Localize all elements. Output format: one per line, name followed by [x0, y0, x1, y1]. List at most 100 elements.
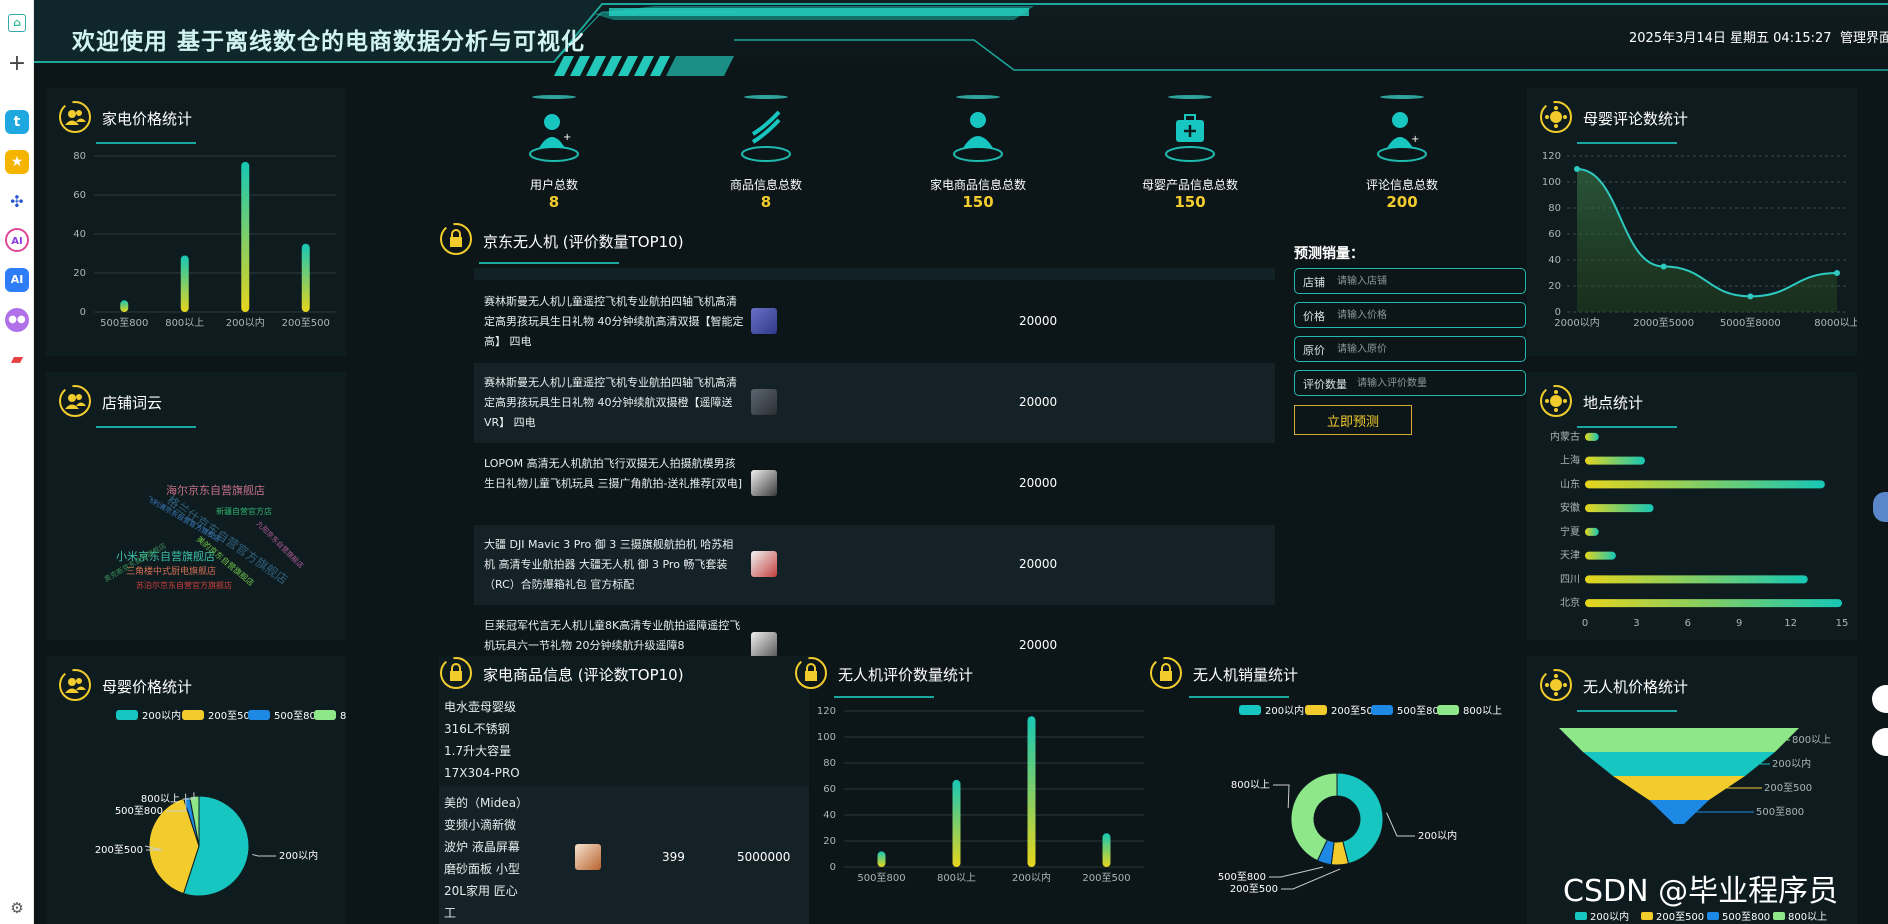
network-app-icon[interactable]: ✣: [5, 190, 29, 214]
manager-link[interactable]: 管理界面: [1840, 27, 1888, 46]
stat-value: 150: [962, 193, 994, 211]
slice-label: 200至500: [1230, 883, 1278, 895]
table-row[interactable]: 巨莱冠军代言无人机儿童8K高清专业航拍遥障遥控飞机玩具六一节礼物 20分钟续航升…: [474, 606, 1275, 656]
legend-swatch: [1371, 705, 1393, 715]
panel-title: 家电商品信息 (评论数TOP10): [483, 666, 684, 684]
stat-label: 母婴产品信息总数: [1141, 178, 1238, 192]
alert-lock-icon: [440, 223, 472, 255]
settings-icon[interactable]: ⚙: [5, 896, 29, 920]
y-tick-label: 40: [1548, 255, 1561, 266]
y-tick-label: 60: [1548, 229, 1561, 240]
virus-icon: [1540, 101, 1572, 133]
bar: [1027, 716, 1036, 867]
users-icon: [59, 101, 91, 133]
label-line: [1269, 866, 1324, 878]
float-button[interactable]: [1873, 492, 1888, 522]
funnel-label: 500至800: [1756, 806, 1804, 818]
float-button[interactable]: [1872, 728, 1888, 756]
shop-input[interactable]: [1337, 272, 1517, 290]
table-row[interactable]: 赛林斯曼无人机儿童遥控飞机专业航拍四轴飞机高清定高男孩玩具生日礼物 40分钟续航…: [474, 363, 1275, 443]
bar: [1585, 599, 1842, 608]
shop-field: 店铺: [1294, 268, 1526, 294]
slice-label: 200以内: [279, 849, 318, 862]
game-app-icon[interactable]: ▰: [5, 347, 29, 371]
bar: [1585, 575, 1808, 584]
legend-swatch: [1575, 912, 1587, 920]
table-row[interactable]: LOPOM 高清无人机航拍飞行双摄无人拍摄航模男孩生日礼物儿童飞机玩具 三摄广角…: [474, 444, 1275, 524]
x-tick-label: 200以内: [226, 316, 265, 329]
cloud-word: 苏泊尔京东自营官方旗舰店: [136, 580, 232, 590]
funnel-label: 200至500: [1764, 782, 1812, 794]
bar: [120, 300, 129, 312]
panel-title: 无人机评价数量统计: [838, 666, 974, 684]
legend-swatch: [1773, 912, 1785, 920]
title-underline: [479, 262, 619, 264]
panel-title: 无人机价格统计: [1583, 678, 1689, 696]
stat-label: 家电商品信息总数: [929, 178, 1026, 192]
y-tick-label: 0: [1555, 307, 1561, 318]
table-row[interactable]: 美的（Midea）变频小滴新微波炉 液晶屏幕 磨砂面板 小型20L家用 匠心工 …: [439, 786, 809, 924]
medical-kit-icon: [1165, 95, 1215, 162]
predict-button[interactable]: 立即预测: [1294, 405, 1412, 435]
y-tick-label: 内蒙古: [1550, 430, 1580, 443]
y-tick-label: 40: [73, 229, 86, 240]
x-tick-label: 12: [1784, 618, 1797, 629]
x-tick-label: 200至500: [1082, 872, 1130, 884]
x-tick-label: 8000以上: [1814, 317, 1857, 329]
product-title: 电水壶母婴级316L不锈钢1.7升大容量17X304-PRO: [444, 700, 520, 780]
panel-title: 母婴价格统计: [102, 678, 193, 696]
bar: [180, 255, 189, 312]
review-count: 5000000: [737, 850, 791, 864]
legend-label: 200以内: [1590, 910, 1629, 923]
area-fill: [1577, 169, 1837, 312]
product-title: 赛林斯曼无人机儿童遥控飞机专业航拍四轴飞机高清定高男孩玩具生日礼物 40分钟续航…: [484, 295, 744, 348]
users-icon: [59, 385, 91, 417]
table-row[interactable]: 赛林斯曼无人机儿童遥控飞机专业航拍四轴飞机高清定高男孩玩具生日礼物 40分钟续航…: [474, 282, 1275, 362]
funnel-label: 800以上: [1792, 734, 1831, 746]
baby-comments-chart: 0 20 40 60 80 100 120 2000以内 2000至5000 5000至8000 8…: [1542, 151, 1857, 329]
translate-app-icon[interactable]: t: [5, 110, 29, 134]
slice-label: 800以上: [141, 793, 180, 805]
review-count: 20000: [1019, 638, 1058, 652]
table-row[interactable]: 大疆 DJI Mavic 3 Pro 御 3 三摄旗舰航拍机 哈苏相机 高清专业…: [474, 525, 1275, 605]
y-tick-label: 100: [1542, 177, 1561, 188]
slice-label: 500至800: [115, 805, 163, 817]
field-label: 原价: [1303, 344, 1325, 357]
chat-app-icon[interactable]: ●●: [5, 308, 29, 332]
funnel-segment: [1613, 776, 1745, 800]
legend-swatch: [1305, 705, 1327, 715]
review-count-input[interactable]: [1357, 374, 1517, 392]
y-tick-label: 80: [1548, 203, 1561, 214]
bar: [877, 851, 886, 867]
ai-app-icon[interactable]: AI: [5, 268, 29, 292]
baby-price-panel: 母婴价格统计 200以内200至500500至800800以上200以内200至…: [46, 656, 346, 924]
dashboard: 欢迎使用 基于离线数仓的电商数据分析与可视化 2025年3月14日 星期五 04…: [34, 0, 1888, 924]
page-title: 欢迎使用 基于离线数仓的电商数据分析与可视化: [72, 29, 586, 55]
stat-label: 评论信息总数: [1365, 178, 1438, 192]
funnel-segment: [1583, 752, 1775, 776]
legend-swatch: [248, 710, 270, 720]
legend-swatch: [1437, 705, 1459, 715]
bar: [1585, 504, 1654, 513]
legend-label: 500至800: [1722, 911, 1770, 923]
original-price-input[interactable]: [1337, 340, 1517, 358]
ai-writer-app-icon[interactable]: AI: [5, 228, 29, 252]
product-thumbnail: [751, 389, 777, 415]
review-count: 20000: [1019, 557, 1058, 571]
bar: [301, 243, 310, 312]
plus-icon[interactable]: +: [5, 52, 29, 76]
stat-card: 家电商品信息总数 150: [923, 92, 1033, 220]
float-button[interactable]: [1872, 685, 1888, 713]
table-row[interactable]: 电水壶母婴级316L不锈钢1.7升大容量17X304-PRO: [439, 696, 809, 781]
home-icon[interactable]: ⌂: [8, 14, 26, 32]
virus-icon: [1540, 669, 1572, 701]
product-title: 美的（Midea）变频小滴新微波炉 液晶屏幕 磨砂面板 小型20L家用 匠心工: [444, 796, 523, 920]
panel-title: 无人机销量统计: [1193, 666, 1299, 684]
legend-label: 800以上: [1788, 911, 1827, 923]
y-tick-label: 120: [1542, 151, 1561, 162]
product-thumbnail: [751, 632, 777, 656]
star-app-icon[interactable]: ★: [5, 150, 29, 174]
legend-swatch: [182, 710, 204, 720]
y-tick-label: 20: [73, 268, 86, 279]
price-input[interactable]: [1337, 306, 1517, 324]
